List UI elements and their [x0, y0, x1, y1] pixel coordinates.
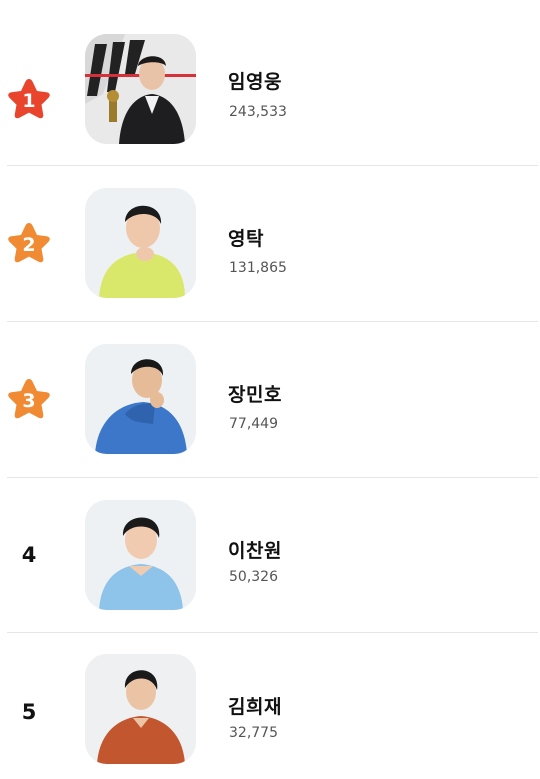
avatar [85, 654, 196, 764]
rank-number: 1 [22, 89, 36, 112]
list-item[interactable]: 5 김희재 32,775 [0, 633, 540, 779]
rank-number: 5 [21, 700, 37, 724]
rank-number: 4 [21, 543, 37, 567]
list-item[interactable]: 4 이찬원 50,326 [0, 478, 540, 633]
rank-badge: 3 [6, 376, 52, 422]
vote-count: 77,449 [229, 416, 278, 432]
artist-name: 이찬원 [228, 540, 282, 562]
vote-count: 131,865 [229, 260, 287, 276]
artist-name: 장민호 [228, 384, 282, 406]
avatar [85, 34, 196, 144]
rank-badge: 4 [6, 532, 52, 578]
artist-name: 영탁 [228, 228, 264, 250]
vote-count: 243,533 [229, 104, 287, 120]
rank-number: 2 [22, 233, 36, 256]
avatar [85, 188, 196, 298]
rank-number: 3 [22, 389, 36, 412]
list-item[interactable]: 3 장민호 77,449 [0, 322, 540, 477]
avatar [85, 344, 196, 454]
ranking-list: 1 임영웅 243,533 2 영탁 131,865 3 장민호 77,449 … [0, 0, 540, 779]
vote-count: 32,775 [229, 725, 278, 741]
list-item[interactable]: 2 영탁 131,865 [0, 166, 540, 321]
rank-badge: 5 [6, 689, 52, 735]
artist-name: 김희재 [228, 696, 282, 718]
avatar [85, 500, 196, 610]
vote-count: 50,326 [229, 569, 278, 585]
list-item[interactable]: 1 임영웅 243,533 [0, 10, 540, 165]
rank-badge: 2 [6, 220, 52, 266]
artist-name: 임영웅 [228, 71, 282, 93]
rank-badge: 1 [6, 76, 52, 122]
